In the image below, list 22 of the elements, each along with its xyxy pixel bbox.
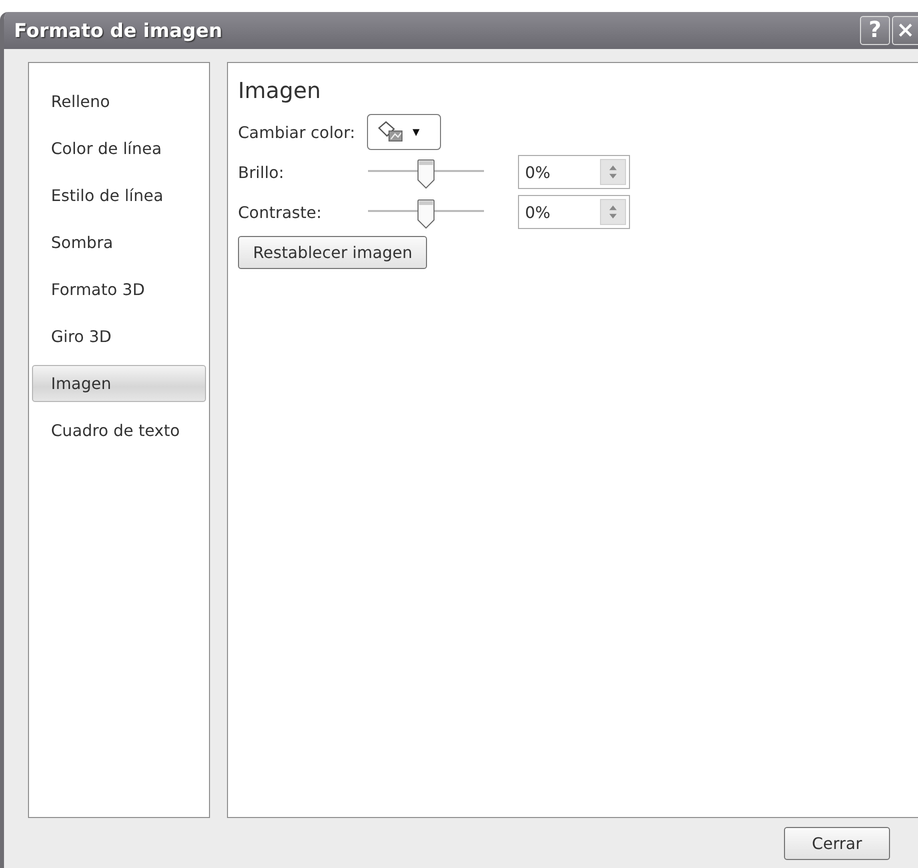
slider-thumb[interactable] (417, 199, 435, 229)
spin-arrows-icon[interactable] (600, 199, 626, 225)
sidebar-item[interactable]: Relleno (32, 83, 206, 120)
close-dialog-button[interactable]: Cerrar (784, 826, 890, 860)
spin-arrows-icon[interactable] (600, 159, 626, 185)
caret-icon: ▼ (410, 125, 422, 139)
close-button[interactable]: × (892, 16, 918, 45)
window-title: Formato de imagen (14, 20, 224, 42)
slider-label: Brillo: (238, 162, 286, 182)
recolor-dropdown[interactable]: ▼ (367, 114, 442, 150)
recolor-label: Cambiar color: (238, 122, 356, 142)
sidebar-item[interactable]: Cuadro de texto (32, 412, 206, 449)
sidebar-item[interactable]: Giro 3D (32, 318, 206, 355)
sidebar-item[interactable]: Estilo de línea (32, 177, 206, 214)
reset-picture-button[interactable]: Restablecer imagen (238, 236, 428, 269)
section-heading: Imagen (238, 79, 322, 104)
sidebar-item[interactable]: Formato 3D (32, 271, 206, 308)
sidebar-item[interactable]: Color de línea (32, 130, 206, 167)
slider-thumb[interactable] (417, 159, 435, 189)
slider-label: Contraste: (238, 202, 323, 222)
sidebar-item[interactable]: Sombra (32, 224, 206, 261)
sidebar-item[interactable]: Imagen (32, 365, 206, 402)
